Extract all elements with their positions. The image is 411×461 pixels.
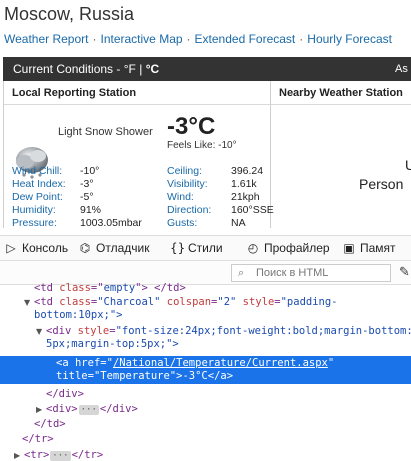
tree-row[interactable]: ▶ <tr> ··· </tr> [0,449,411,461]
debugger-icon: ⌬ [79,241,91,255]
current-temperature-link[interactable]: -3°C [167,113,215,141]
collapse-triangle-icon[interactable]: ▼ [24,296,30,309]
tab-profiler[interactable]: ◴ Профайлер [246,241,330,255]
nav-extended-forecast[interactable]: Extended Forecast [195,32,296,46]
tree-row[interactable]: ▼ <div style="font-size:24px;font-weight… [0,325,411,338]
tab-debugger[interactable]: ⌬ Отладчик [78,241,150,255]
nav-links: Weather Report · Interactive Map · Extended … [4,32,392,46]
nearby-station-header: Nearby Weather Station [270,81,411,105]
tree-row-continued: bottom:10px;"> [34,309,123,321]
nav-hourly-forecast[interactable]: Hourly Forecast [307,32,392,46]
profiler-icon: ◴ [247,241,259,255]
stat-dew-point: Dew Point: -5° [12,191,94,203]
tree-row[interactable]: <td class="empty"> </td> [0,282,411,295]
tab-style-editor[interactable]: {} Стили [170,241,223,255]
eyedropper-icon[interactable]: ✎ [399,265,410,280]
html-tree: <td class="empty"> </td> ▼ <td class="Ch… [0,282,411,461]
stat-humidity: Humidity: 91% [12,204,102,216]
nav-separator: · [92,32,97,46]
stat-direction: Direction: 160°SSE [167,204,274,216]
html-search-input[interactable]: ⌕ Поиск в HTML [231,264,391,282]
nearby-station-body: U Person [270,105,411,228]
tree-row[interactable]: </tr> [0,433,411,446]
html-search-placeholder: Поиск в HTML [256,267,329,279]
tree-row[interactable]: ▶ <div> ··· </div> [0,403,411,416]
local-station-header: Local Reporting Station [4,81,270,105]
tree-row[interactable]: ▼ <td class="Charcoal" colspan="2" style… [0,296,411,309]
unit-f-toggle[interactable]: °F [124,62,136,76]
tree-row[interactable]: </td> [0,418,411,431]
current-conditions-bar: Current Conditions - °F | °C As o [3,57,411,81]
nav-separator: · [186,32,191,46]
console-icon: ▷ [6,241,16,255]
stat-gusts: Gusts: NA [167,217,246,229]
feels-like: Feels Like: -10° [167,140,237,151]
devtools-toolbar: ▷ Консоль ⌬ Отладчик {} Стили ◴ Профайлер ▣ П… [0,235,411,261]
current-conditions-label: Current Conditions - [13,62,121,76]
expand-triangle-icon[interactable]: ▶ [14,449,20,461]
as-of-label: As o [395,63,411,75]
unit-c-toggle[interactable]: °C [146,62,159,76]
tree-row-selected[interactable]: <a href="/National/Temperature/Current.a… [0,356,411,384]
stat-ceiling: Ceiling: 396.24 [167,165,264,177]
stat-heat-index: Heat Index: -3° [12,178,94,190]
search-icon: ⌕ [238,266,245,279]
stat-pressure: Pressure: 1003.05mbar [12,217,142,229]
ellipsis-badge[interactable]: ··· [50,451,71,461]
unit-divider: | [139,62,143,76]
stat-visibility: Visibility: 1.61k [167,178,257,190]
expand-triangle-icon[interactable]: ▶ [36,403,42,416]
tab-memory[interactable]: ▣ Памят [342,241,395,255]
collapse-triangle-icon[interactable]: ▼ [36,325,42,338]
nav-weather-report[interactable]: Weather Report [4,32,89,46]
nav-separator: · [299,32,304,46]
tab-console[interactable]: ▷ Консоль [4,241,68,255]
tree-row[interactable]: </div> [0,388,411,401]
nearby-station-text-2: Person [359,176,404,192]
memory-icon: ▣ [343,241,355,255]
style-editor-icon: {} [170,241,186,255]
ellipsis-badge[interactable]: ··· [78,405,99,415]
condition-text: Light Snow Shower [58,126,153,138]
stat-wind-chill: Wind Chill: -10° [12,165,100,177]
page-title: Moscow, Russia [4,4,135,24]
nearby-station-text-1: U [405,157,411,173]
tree-row-continued: 5px;margin-top:5px;"> [46,338,179,350]
stat-wind: Wind: 21kph [167,191,260,203]
nav-interactive-map[interactable]: Interactive Map [101,32,183,46]
